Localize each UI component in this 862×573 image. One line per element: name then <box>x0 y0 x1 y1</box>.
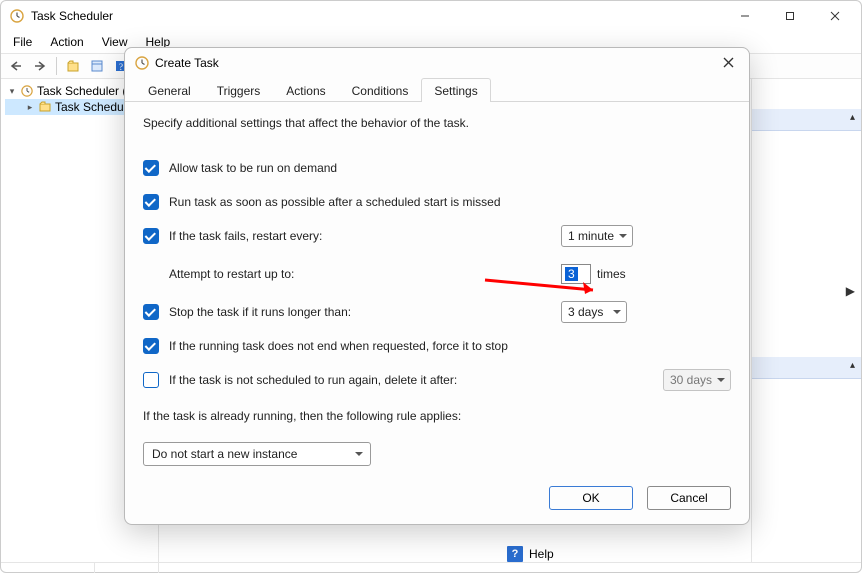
titlebar: Task Scheduler <box>1 1 861 31</box>
forward-button[interactable] <box>29 55 51 77</box>
allow-on-demand-checkbox[interactable] <box>143 160 159 176</box>
clock-icon <box>135 56 149 70</box>
dialog-close-button[interactable] <box>713 50 743 76</box>
row-stop-longer: Stop the task if it runs longer than: 3 … <box>143 298 731 326</box>
actions-pane: ▴ ▶ ▴ <box>751 79 861 562</box>
instance-rule-select[interactable]: Do not start a new instance <box>143 442 371 466</box>
row-already-running: If the task is already running, then the… <box>143 402 731 430</box>
cancel-button[interactable]: Cancel <box>647 486 731 510</box>
attempt-label: Attempt to restart up to: <box>169 267 551 281</box>
collapse-icon[interactable]: ▾ <box>7 86 17 96</box>
chevron-up-icon: ▴ <box>850 112 855 123</box>
row-allow-on-demand: Allow task to be run on demand <box>143 154 731 182</box>
run-asap-checkbox[interactable] <box>143 194 159 210</box>
tab-triggers[interactable]: Triggers <box>204 78 274 102</box>
chevron-up-icon: ▴ <box>850 360 855 371</box>
force-stop-label: If the running task does not end when re… <box>169 339 731 353</box>
settings-intro: Specify additional settings that affect … <box>143 116 731 130</box>
help-row[interactable]: ? Help <box>507 546 554 562</box>
status-bar <box>1 562 861 572</box>
menu-action[interactable]: Action <box>44 33 89 51</box>
clock-icon <box>21 85 33 97</box>
tree-root-label: Task Scheduler (L <box>37 84 133 98</box>
delete-after-select: 30 days <box>663 369 731 391</box>
attempt-suffix: times <box>597 267 626 281</box>
restart-every-checkbox[interactable] <box>143 228 159 244</box>
clock-icon <box>9 8 25 24</box>
already-running-label: If the task is already running, then the… <box>143 409 731 423</box>
dialog-buttons: OK Cancel <box>125 476 749 524</box>
tab-actions[interactable]: Actions <box>273 78 338 102</box>
up-button[interactable] <box>62 55 84 77</box>
actions-arrow-row[interactable]: ▶ <box>752 281 861 303</box>
expand-icon[interactable]: ▸ <box>25 102 35 112</box>
dialog-titlebar: Create Task <box>125 48 749 77</box>
attempt-count-input[interactable]: 3 <box>561 264 591 284</box>
stop-longer-select[interactable]: 3 days <box>561 301 627 323</box>
delete-after-label: If the task is not scheduled to run agai… <box>169 373 621 387</box>
toolbar-separator <box>56 57 57 75</box>
tree-library-label: Task Schedule <box>55 100 133 114</box>
actions-band-2[interactable]: ▴ <box>752 357 861 379</box>
ok-button[interactable]: OK <box>549 486 633 510</box>
maximize-button[interactable] <box>767 2 812 30</box>
folder-icon <box>39 101 51 113</box>
window-controls <box>722 2 857 30</box>
row-attempt: Attempt to restart up to: 3 times <box>143 260 731 288</box>
dialog-body: Specify additional settings that affect … <box>125 102 749 476</box>
svg-text:?: ? <box>119 62 123 72</box>
restart-every-label: If the task fails, restart every: <box>169 229 551 243</box>
minimize-button[interactable] <box>722 2 767 30</box>
row-force-stop: If the running task does not end when re… <box>143 332 731 360</box>
force-stop-checkbox[interactable] <box>143 338 159 354</box>
help-label: Help <box>529 547 554 561</box>
actions-band-1[interactable]: ▴ <box>752 109 861 131</box>
menu-file[interactable]: File <box>7 33 38 51</box>
stop-longer-checkbox[interactable] <box>143 304 159 320</box>
stop-longer-label: Stop the task if it runs longer than: <box>169 305 551 319</box>
run-asap-label: Run task as soon as possible after a sch… <box>169 195 731 209</box>
tab-conditions[interactable]: Conditions <box>339 78 422 102</box>
dialog-tabs: General Triggers Actions Conditions Sett… <box>125 77 749 102</box>
restart-interval-select[interactable]: 1 minute <box>561 225 633 247</box>
task-scheduler-window: Task Scheduler File Action View Help <box>0 0 862 573</box>
allow-on-demand-label: Allow task to be run on demand <box>169 161 731 175</box>
close-button[interactable] <box>812 2 857 30</box>
back-button[interactable] <box>5 55 27 77</box>
tab-settings[interactable]: Settings <box>421 78 490 102</box>
row-restart-every: If the task fails, restart every: 1 minu… <box>143 222 731 250</box>
arrow-right-icon: ▶ <box>846 284 855 298</box>
properties-button[interactable] <box>86 55 108 77</box>
dialog-title: Create Task <box>155 56 713 70</box>
window-title: Task Scheduler <box>31 9 722 23</box>
row-delete-after: If the task is not scheduled to run agai… <box>143 366 731 394</box>
tab-general[interactable]: General <box>135 78 204 102</box>
row-run-asap: Run task as soon as possible after a sch… <box>143 188 731 216</box>
help-icon: ? <box>507 546 523 562</box>
create-task-dialog: Create Task General Triggers Actions Con… <box>124 47 750 525</box>
delete-after-checkbox[interactable] <box>143 372 159 388</box>
